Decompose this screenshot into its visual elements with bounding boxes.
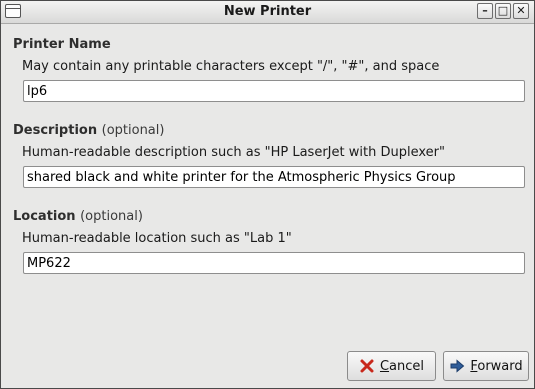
title-bar[interactable]: New Printer – □ ✕ — [1, 1, 534, 24]
right-arrow-icon — [449, 358, 465, 374]
maximize-icon: □ — [497, 4, 509, 17]
location-hint: Human-readable location such as "Lab 1" — [22, 231, 292, 246]
description-heading: Description (optional) — [13, 123, 164, 138]
cancel-button[interactable]: Cancel — [347, 351, 436, 381]
location-input[interactable] — [23, 252, 525, 274]
description-optional-label: (optional) — [101, 123, 165, 138]
maximize-button[interactable]: □ — [495, 3, 511, 19]
minimize-button[interactable]: – — [477, 3, 493, 19]
description-input[interactable] — [23, 166, 525, 188]
printer-name-input[interactable] — [23, 80, 525, 102]
printer-name-heading-text: Printer Name — [13, 37, 111, 52]
close-button[interactable]: ✕ — [513, 3, 529, 19]
new-printer-dialog: New Printer – □ ✕ Printer Name May conta… — [0, 0, 535, 389]
description-heading-text: Description — [13, 123, 98, 138]
forward-button[interactable]: Forward — [443, 351, 529, 381]
minimize-icon: – — [482, 4, 488, 17]
printer-name-heading: Printer Name — [13, 37, 111, 52]
location-heading-text: Location — [13, 209, 76, 224]
location-optional-label: (optional) — [80, 209, 143, 224]
location-heading: Location (optional) — [13, 209, 143, 224]
printer-name-hint: May contain any printable characters exc… — [22, 59, 440, 74]
description-hint: Human-readable description such as "HP L… — [22, 145, 445, 160]
forward-label: Forward — [470, 358, 523, 374]
red-x-icon — [359, 358, 375, 374]
window-title: New Printer — [223, 4, 312, 19]
close-icon: ✕ — [516, 4, 526, 17]
cancel-label: Cancel — [379, 358, 425, 374]
